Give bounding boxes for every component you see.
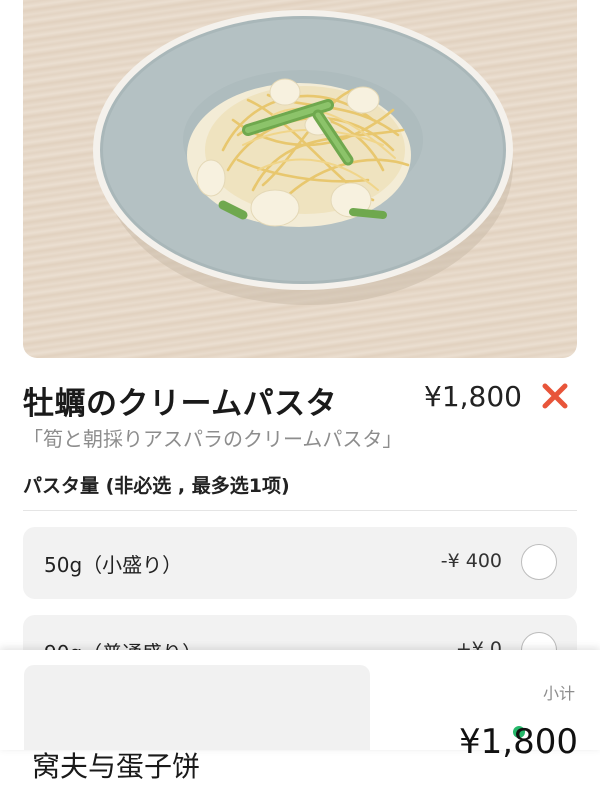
close-icon xyxy=(542,383,568,409)
footer-bar: 窝夫与蛋子饼 小计 ¥1,800 xyxy=(0,650,600,783)
dish-price: ¥1,800 xyxy=(424,380,522,413)
subtotal-value: ¥1,800 xyxy=(459,722,578,762)
option-label: 50g（小盛り） xyxy=(44,553,183,577)
options-section-title: パスタ量 (非必选 , 最多选1项) xyxy=(23,475,290,497)
dish-photo xyxy=(23,0,577,358)
pasta-plate-image xyxy=(93,10,513,305)
option-price: -¥ 400 xyxy=(440,550,502,572)
option-radio[interactable] xyxy=(521,544,557,580)
footer-item-text: 窝夫与蛋子饼 xyxy=(32,750,201,783)
option-item-small[interactable]: 50g（小盛り） -¥ 400 xyxy=(23,527,577,599)
dish-subtitle: 「筍と朝採りアスパラのクリームパスタ」 xyxy=(23,427,403,451)
close-button[interactable] xyxy=(539,380,571,412)
footer-item-card[interactable]: 窝夫与蛋子饼 xyxy=(24,665,370,783)
dish-header: 牡蠣のクリームパスタ ¥1,800 xyxy=(23,378,577,422)
subtotal-label: 小计 xyxy=(542,684,575,703)
dish-title: 牡蠣のクリームパスタ xyxy=(23,386,338,422)
section-divider xyxy=(23,510,577,511)
